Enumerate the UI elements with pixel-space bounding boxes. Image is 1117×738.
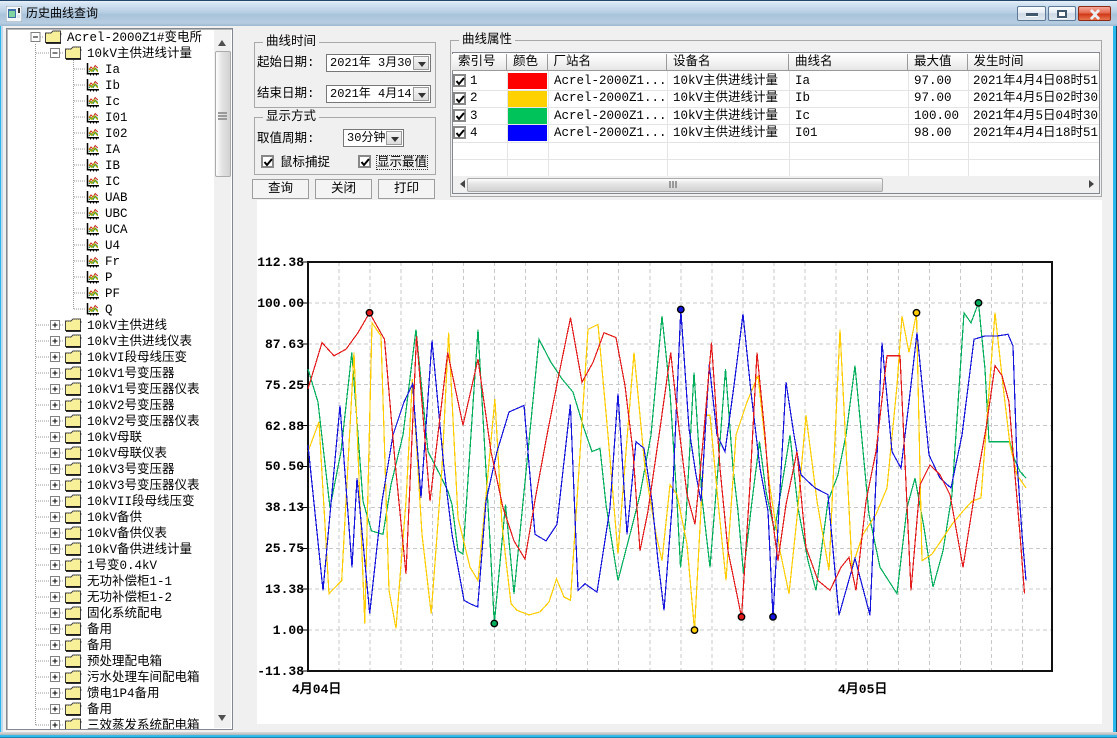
svg-text:4月04日: 4月04日 bbox=[292, 682, 341, 696]
svg-text:-11.38: -11.38 bbox=[257, 664, 304, 678]
svg-text:38.13: 38.13 bbox=[265, 500, 304, 514]
svg-text:1.00: 1.00 bbox=[273, 623, 304, 637]
svg-text:4月05日: 4月05日 bbox=[838, 682, 887, 696]
svg-text:112.38: 112.38 bbox=[257, 255, 304, 269]
svg-text:50.50: 50.50 bbox=[265, 459, 304, 473]
svg-text:87.63: 87.63 bbox=[265, 337, 304, 351]
svg-text:25.75: 25.75 bbox=[265, 541, 304, 555]
svg-text:75.25: 75.25 bbox=[265, 378, 304, 392]
svg-text:100.00: 100.00 bbox=[257, 296, 304, 310]
svg-text:62.88: 62.88 bbox=[265, 419, 304, 433]
svg-text:13.38: 13.38 bbox=[265, 582, 304, 596]
